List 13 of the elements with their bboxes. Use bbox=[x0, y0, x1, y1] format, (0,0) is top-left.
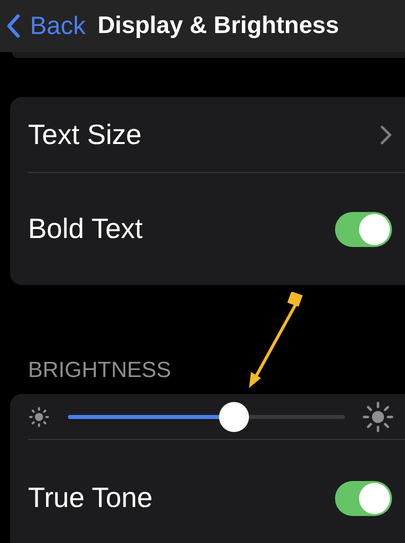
row-label: True Tone bbox=[28, 482, 154, 514]
sun-icon bbox=[362, 400, 394, 432]
toggle-switch[interactable] bbox=[335, 480, 392, 516]
row-label: Text Size bbox=[28, 118, 143, 150]
back-button[interactable]: Back bbox=[6, 12, 86, 40]
chevron-right-icon bbox=[380, 124, 392, 144]
section-header: BRIGHTNESS bbox=[28, 356, 172, 383]
slider-thumb[interactable] bbox=[219, 402, 250, 432]
window-title: Display & Brightness bbox=[98, 12, 339, 40]
toggle-switch[interactable] bbox=[335, 212, 392, 246]
row-label: Bold Text bbox=[28, 213, 144, 245]
chevron-left-icon bbox=[6, 14, 20, 38]
brightness-slider[interactable] bbox=[68, 402, 345, 432]
